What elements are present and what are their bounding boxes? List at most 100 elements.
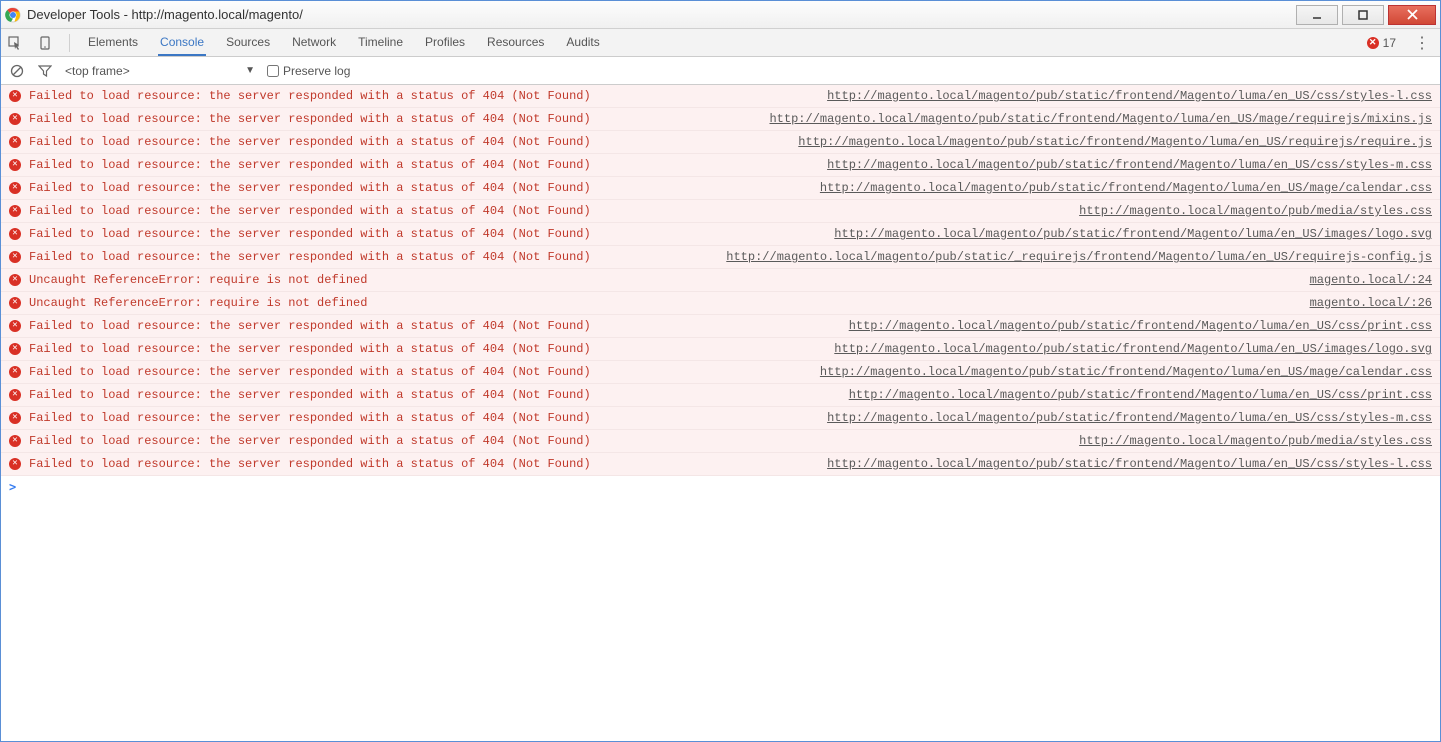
error-source-link[interactable]: magento.local/:24 <box>1310 271 1432 289</box>
chevron-down-icon: ▼ <box>245 65 255 76</box>
error-source-link[interactable]: http://magento.local/magento/pub/static/… <box>827 455 1432 473</box>
console-error-row[interactable]: ✕ Failed to load resource: the server res… <box>1 108 1440 131</box>
device-mode-icon[interactable] <box>37 35 53 51</box>
console-error-row[interactable]: ✕ Failed to load resource: the server res… <box>1 361 1440 384</box>
console-error-row[interactable]: ✕Failed to load resource: the server res… <box>1 177 1440 200</box>
error-source-link[interactable]: http://magento.local/magento/pub/static/… <box>820 363 1432 381</box>
error-icon: ✕ <box>9 205 21 217</box>
console-error-row[interactable]: ✕ Failed to load resource: the server res… <box>1 453 1440 476</box>
error-message: Failed to load resource: the server resp… <box>29 225 591 243</box>
error-icon: ✕ <box>9 366 21 378</box>
error-icon: ✕ <box>9 389 21 401</box>
error-source-link[interactable]: http://magento.local/magento/pub/media/s… <box>1079 432 1432 450</box>
console-error-row[interactable]: ✕Failed to load resource: the server res… <box>1 430 1440 453</box>
console-error-row[interactable]: ✕ Failed to load resource: the server res… <box>1 384 1440 407</box>
error-source-link[interactable]: http://magento.local/magento/pub/static/… <box>849 317 1432 335</box>
console-error-row[interactable]: ✕ Failed to load resource: the server res… <box>1 246 1440 269</box>
filter-icon[interactable] <box>37 63 53 79</box>
chrome-icon <box>5 7 21 23</box>
tab-elements[interactable]: Elements <box>86 29 140 56</box>
console-output[interactable]: ✕ Failed to load resource: the server res… <box>1 85 1440 741</box>
error-message: Failed to load resource: the server resp… <box>29 432 591 450</box>
console-input[interactable] <box>22 480 1432 494</box>
preserve-log-checkbox[interactable] <box>267 65 279 77</box>
error-message: Failed to load resource: the server resp… <box>29 363 591 381</box>
error-icon: ✕ <box>9 228 21 240</box>
window-controls <box>1296 5 1436 25</box>
error-message: Failed to load resource: the server resp… <box>29 317 591 335</box>
tab-sources[interactable]: Sources <box>224 29 272 56</box>
tab-network[interactable]: Network <box>290 29 338 56</box>
error-source-link[interactable]: http://magento.local/magento/pub/static/… <box>849 386 1432 404</box>
error-icon: ✕ <box>1367 37 1379 49</box>
error-icon: ✕ <box>9 136 21 148</box>
console-error-row[interactable]: ✕ Failed to load resource: the server res… <box>1 223 1440 246</box>
error-message: Failed to load resource: the server resp… <box>29 386 591 404</box>
error-icon: ✕ <box>9 412 21 424</box>
error-source-link[interactable]: http://magento.local/magento/pub/static/… <box>827 409 1432 427</box>
minimize-button[interactable] <box>1296 5 1338 25</box>
error-message: Failed to load resource: the server resp… <box>29 409 591 427</box>
tab-timeline[interactable]: Timeline <box>356 29 405 56</box>
error-icon: ✕ <box>9 274 21 286</box>
error-icon: ✕ <box>9 458 21 470</box>
error-icon: ✕ <box>9 297 21 309</box>
error-message: Failed to load resource: the server resp… <box>29 248 591 266</box>
error-source-link[interactable]: http://magento.local/magento/pub/static/… <box>820 179 1432 197</box>
window-titlebar: Developer Tools - http://magento.local/m… <box>1 1 1440 29</box>
console-error-row[interactable]: ✕ Failed to load resource: the server res… <box>1 338 1440 361</box>
error-icon: ✕ <box>9 320 21 332</box>
error-count-badge[interactable]: ✕ 17 <box>1367 36 1396 50</box>
error-source-link[interactable]: http://magento.local/magento/pub/static/… <box>834 340 1432 358</box>
tab-profiles[interactable]: Profiles <box>423 29 467 56</box>
tab-resources[interactable]: Resources <box>485 29 546 56</box>
error-source-link[interactable]: http://magento.local/magento/pub/static/… <box>827 87 1432 105</box>
error-message: Failed to load resource: the server resp… <box>29 156 591 174</box>
error-count-value: 17 <box>1383 36 1396 50</box>
error-source-link[interactable]: http://magento.local/magento/pub/static/… <box>798 133 1432 151</box>
window-title: Developer Tools - http://magento.local/m… <box>27 7 303 22</box>
clear-console-icon[interactable] <box>9 63 25 79</box>
error-message: Failed to load resource: the server resp… <box>29 340 591 358</box>
console-error-row[interactable]: ✕ Failed to load resource: the server res… <box>1 85 1440 108</box>
close-button[interactable] <box>1388 5 1436 25</box>
console-prompt[interactable]: > <box>1 476 1440 498</box>
console-error-row[interactable]: ✕ Failed to load resource: the server res… <box>1 200 1440 223</box>
console-error-row[interactable]: ✕ Failed to load resource: the server res… <box>1 407 1440 430</box>
console-error-row[interactable]: ✕Failed to load resource: the server res… <box>1 131 1440 154</box>
error-message: Failed to load resource: the server resp… <box>29 87 591 105</box>
error-icon: ✕ <box>9 182 21 194</box>
tab-console[interactable]: Console <box>158 29 206 56</box>
error-message: Failed to load resource: the server resp… <box>29 110 591 128</box>
error-source-link[interactable]: magento.local/:26 <box>1310 294 1432 312</box>
prompt-caret-icon: > <box>9 480 16 494</box>
error-source-link[interactable]: http://magento.local/magento/pub/static/… <box>769 110 1432 128</box>
error-source-link[interactable]: http://magento.local/magento/pub/static/… <box>726 248 1432 266</box>
preserve-log-label: Preserve log <box>283 64 350 78</box>
console-error-row[interactable]: ✕ Failed to load resource: the server res… <box>1 154 1440 177</box>
divider <box>69 34 70 52</box>
tab-audits[interactable]: Audits <box>564 29 601 56</box>
error-icon: ✕ <box>9 251 21 263</box>
frame-selector-label: <top frame> <box>65 64 130 78</box>
error-source-link[interactable]: http://magento.local/magento/pub/media/s… <box>1079 202 1432 220</box>
error-icon: ✕ <box>9 90 21 102</box>
maximize-button[interactable] <box>1342 5 1384 25</box>
frame-selector[interactable]: <top frame> ▼ <box>65 64 255 78</box>
inspect-element-icon[interactable] <box>7 35 23 51</box>
devtools-tabbar: Elements Console Sources Network Timeline Pro… <box>1 29 1440 57</box>
error-message: Uncaught ReferenceError: require is not … <box>29 294 367 312</box>
error-icon: ✕ <box>9 113 21 125</box>
error-message: Uncaught ReferenceError: require is not … <box>29 271 367 289</box>
error-message: Failed to load resource: the server resp… <box>29 455 591 473</box>
console-error-row[interactable]: ✕ Failed to load resource: the server res… <box>1 315 1440 338</box>
error-source-link[interactable]: http://magento.local/magento/pub/static/… <box>827 156 1432 174</box>
kebab-menu-icon[interactable]: ⋮ <box>1410 33 1434 53</box>
preserve-log-toggle[interactable]: Preserve log <box>267 64 350 78</box>
console-error-row[interactable]: ✕ Uncaught ReferenceError: require is not… <box>1 269 1440 292</box>
error-icon: ✕ <box>9 343 21 355</box>
error-icon: ✕ <box>9 159 21 171</box>
error-message: Failed to load resource: the server resp… <box>29 202 591 220</box>
error-source-link[interactable]: http://magento.local/magento/pub/static/… <box>834 225 1432 243</box>
console-error-row[interactable]: ✕ Uncaught ReferenceError: require is not… <box>1 292 1440 315</box>
